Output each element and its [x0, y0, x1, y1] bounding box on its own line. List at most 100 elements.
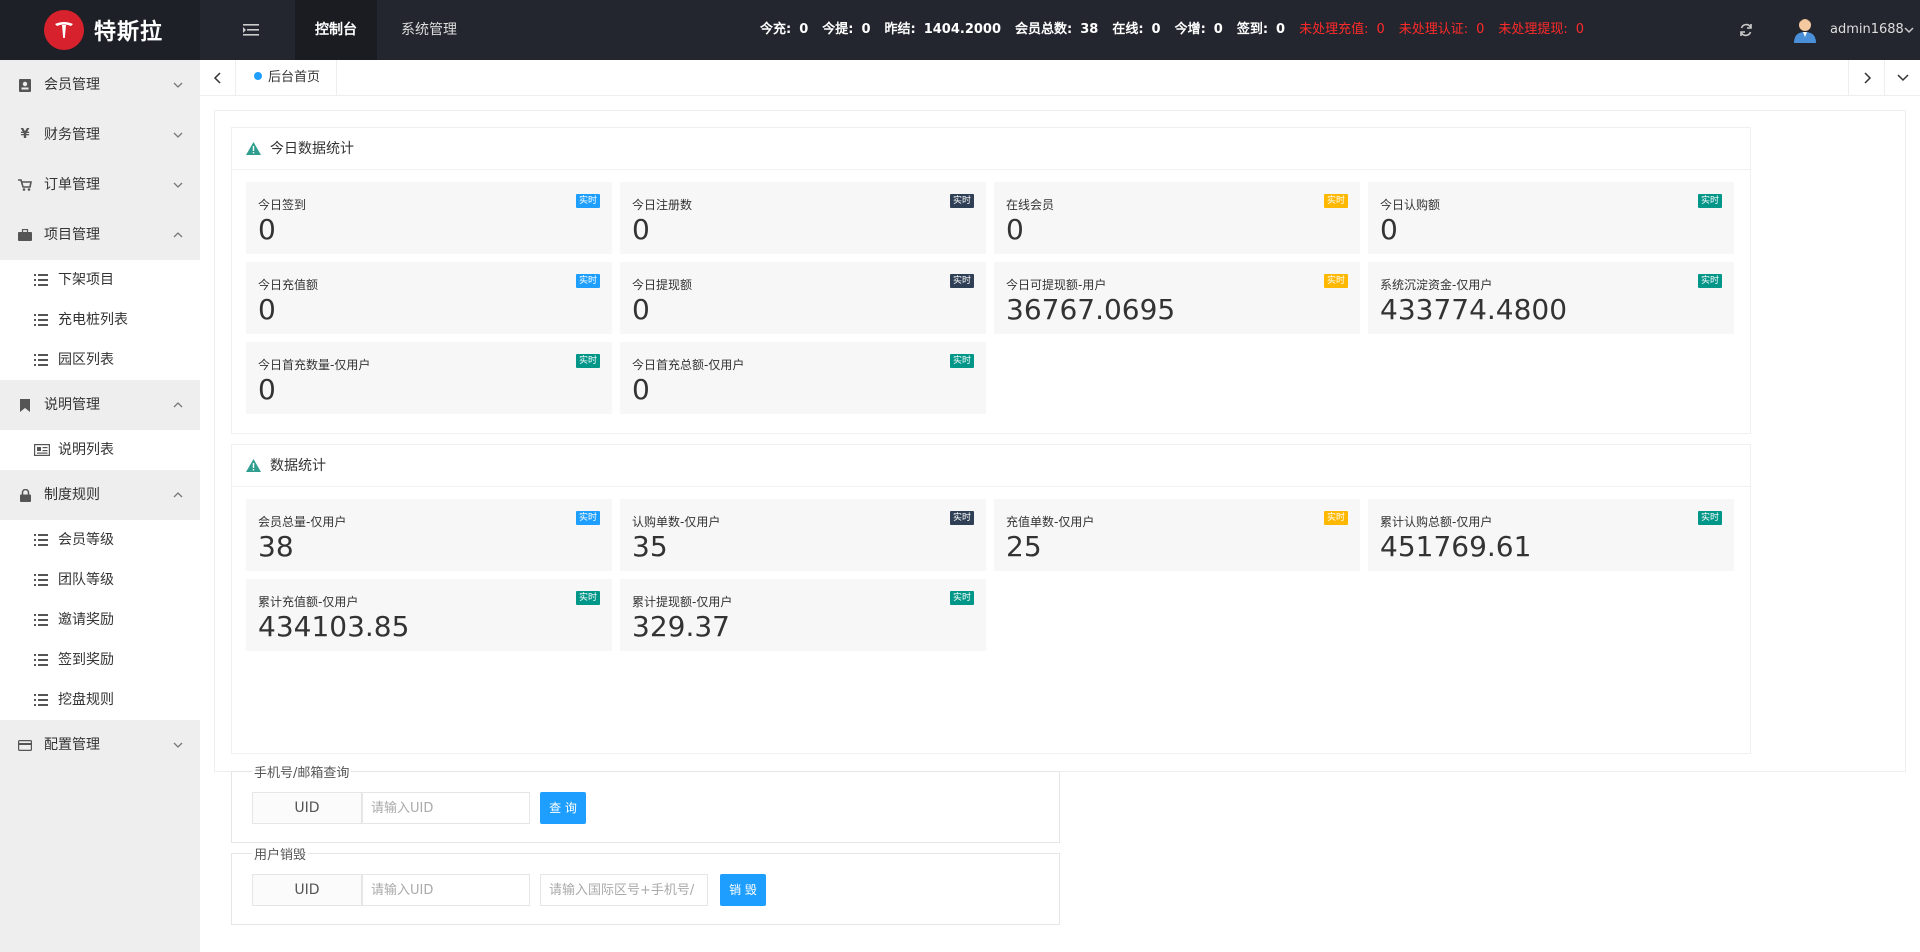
tesla-logo-icon — [44, 10, 84, 50]
tile-value: 25 — [1006, 530, 1042, 563]
tile-value: 38 — [258, 530, 294, 563]
stat-checkin: 签到: 0 — [1236, 22, 1286, 37]
sidebar-group-orders[interactable]: 订单管理 — [0, 160, 200, 210]
list-icon — [34, 534, 48, 546]
tile-value: 35 — [632, 530, 668, 563]
stat-online: 在线: 0 — [1112, 22, 1161, 37]
sidebar-item-label: 团队等级 — [58, 572, 114, 588]
tile-value: 0 — [632, 213, 650, 246]
realtime-badge: 实时 — [575, 354, 600, 368]
chevron-down-icon — [173, 742, 183, 748]
sidebar-item-instruction-list[interactable]: 说明列表 — [0, 430, 200, 470]
tile-value: 36767.0695 — [1006, 293, 1176, 326]
realtime-badge: 实时 — [575, 274, 600, 288]
sidebar-group-label: 财务管理 — [44, 127, 100, 143]
sidebar-item-label: 邀请奖励 — [58, 612, 114, 628]
tab-system-management[interactable]: 系统管理 — [385, 0, 473, 60]
cart-icon — [18, 178, 32, 192]
stat-tile: 今日认购额 实时 0 — [1368, 182, 1734, 254]
tab-scroll-right-icon[interactable] — [1848, 60, 1884, 96]
destroy-phone-input[interactable] — [540, 874, 708, 906]
tab-console[interactable]: 控制台 — [295, 0, 377, 60]
sidebar-item-charging-piles[interactable]: 充电桩列表 — [0, 300, 200, 340]
sidebar-item-label: 充电桩列表 — [58, 312, 128, 328]
stat-pending-recharge[interactable]: 未处理充值: 0 — [1299, 0, 1385, 60]
chevron-down-icon — [173, 182, 183, 188]
realtime-badge: 实时 — [1323, 274, 1348, 288]
tile-label: 会员总量-仅用户 — [258, 515, 347, 529]
sidebar-group-config[interactable]: 配置管理 — [0, 720, 200, 770]
realtime-badge: 实时 — [949, 274, 974, 288]
sidebar-group-label: 制度规则 — [44, 487, 100, 503]
sidebar-group-rules[interactable]: 制度规则 — [0, 470, 200, 520]
destroy-uid-input[interactable] — [362, 874, 530, 906]
today-stats-card: 今日数据统计 今日签到 实时 0 今日注册数 实时 0 在线会员 实时 0 今日… — [231, 127, 1751, 434]
sidebar-item-checkin-rewards[interactable]: 签到奖励 — [0, 640, 200, 680]
realtime-badge: 实时 — [1697, 274, 1722, 288]
newspaper-icon — [34, 444, 50, 456]
list-icon — [34, 614, 48, 626]
user-destroy-form: 用户销毁 UID 销 毁 — [231, 844, 1060, 925]
page-tabbar: 后台首页 — [200, 60, 1920, 96]
sidebar-group-projects[interactable]: 项目管理 — [0, 210, 200, 260]
chevron-down-icon — [173, 82, 183, 88]
avatar[interactable] — [1792, 17, 1818, 43]
list-icon — [34, 274, 48, 286]
list-icon — [34, 314, 48, 326]
stat-tile: 累计充值额-仅用户 实时 434103.85 — [246, 579, 612, 651]
tile-label: 今日提现额 — [632, 278, 693, 292]
dashboard-panel: 今日数据统计 今日签到 实时 0 今日注册数 实时 0 在线会员 实时 0 今日… — [214, 110, 1906, 772]
chevron-down-icon — [173, 132, 183, 138]
query-uid-input[interactable] — [362, 792, 530, 824]
stat-tile: 今日注册数 实时 0 — [620, 182, 986, 254]
stat-pending-withdraw[interactable]: 未处理提现: 0 — [1498, 0, 1584, 60]
sidebar-item-invite-rewards[interactable]: 邀请奖励 — [0, 600, 200, 640]
tile-label: 累计提现额-仅用户 — [632, 595, 733, 609]
active-dot-icon — [254, 72, 262, 80]
tile-value: 0 — [632, 293, 650, 326]
query-button[interactable]: 查 询 — [540, 792, 586, 824]
tab-more-chevron-down-icon[interactable] — [1884, 60, 1920, 96]
stat-pending-verify[interactable]: 未处理认证: 0 — [1399, 0, 1485, 60]
sidebar-group-finance[interactable]: ¥ 财务管理 — [0, 110, 200, 160]
sidebar-item-label: 挖盘规则 — [58, 692, 114, 708]
member-card-icon — [18, 78, 32, 92]
refresh-icon[interactable] — [1736, 20, 1756, 40]
sidebar-submenu-instructions: 说明列表 — [0, 430, 200, 470]
sidebar-item-delisted-projects[interactable]: 下架项目 — [0, 260, 200, 300]
sidebar-group-label: 项目管理 — [44, 227, 100, 243]
destroy-button[interactable]: 销 毁 — [720, 874, 766, 906]
list-icon — [34, 574, 48, 586]
stat-yesterday-settle: 昨结: 1404.2000 — [884, 22, 1002, 37]
sidebar-item-label: 会员等级 — [58, 532, 114, 548]
stat-tile: 今日首充总额-仅用户 实时 0 — [620, 342, 986, 414]
realtime-badge: 实时 — [575, 194, 600, 208]
uid-label: UID — [252, 792, 362, 824]
menu-toggle-icon[interactable] — [240, 20, 262, 40]
stat-tile: 今日首充数量-仅用户 实时 0 — [246, 342, 612, 414]
sidebar-item-label: 园区列表 — [58, 352, 114, 368]
sidebar-group-members[interactable]: 会员管理 — [0, 60, 200, 110]
tile-label: 今日注册数 — [632, 198, 693, 212]
sidebar-item-member-levels[interactable]: 会员等级 — [0, 520, 200, 560]
sidebar-item-mining-rules[interactable]: 挖盘规则 — [0, 680, 200, 720]
tile-value: 0 — [632, 373, 650, 406]
sidebar-item-team-levels[interactable]: 团队等级 — [0, 560, 200, 600]
tile-value: 434103.85 — [258, 610, 410, 643]
tab-home[interactable]: 后台首页 — [240, 60, 338, 96]
tab-scroll-left-icon[interactable] — [200, 60, 236, 96]
realtime-badge: 实时 — [1323, 194, 1348, 208]
realtime-badge: 实时 — [949, 194, 974, 208]
query-form-legend: 手机号/邮箱查询 — [252, 762, 352, 781]
sidebar-item-parks[interactable]: 园区列表 — [0, 340, 200, 380]
stat-tile: 今日可提现额-用户 实时 36767.0695 — [994, 262, 1360, 334]
logo-area[interactable]: 特斯拉 — [0, 0, 200, 60]
total-stats-card: 数据统计 会员总量-仅用户 实时 38 认购单数-仅用户 实时 35 充值单数-… — [231, 444, 1751, 754]
username[interactable]: admin1688 — [1830, 0, 1904, 60]
stat-tile: 系统沉淀资金-仅用户 实时 433774.4800 — [1368, 262, 1734, 334]
sidebar-group-instructions[interactable]: 说明管理 — [0, 380, 200, 430]
chevron-down-icon[interactable] — [1904, 24, 1914, 39]
sidebar-submenu-projects: 下架项目 充电桩列表 园区列表 — [0, 260, 200, 380]
stat-today-new: 今增: 0 — [1174, 22, 1223, 37]
tile-value: 0 — [258, 213, 276, 246]
